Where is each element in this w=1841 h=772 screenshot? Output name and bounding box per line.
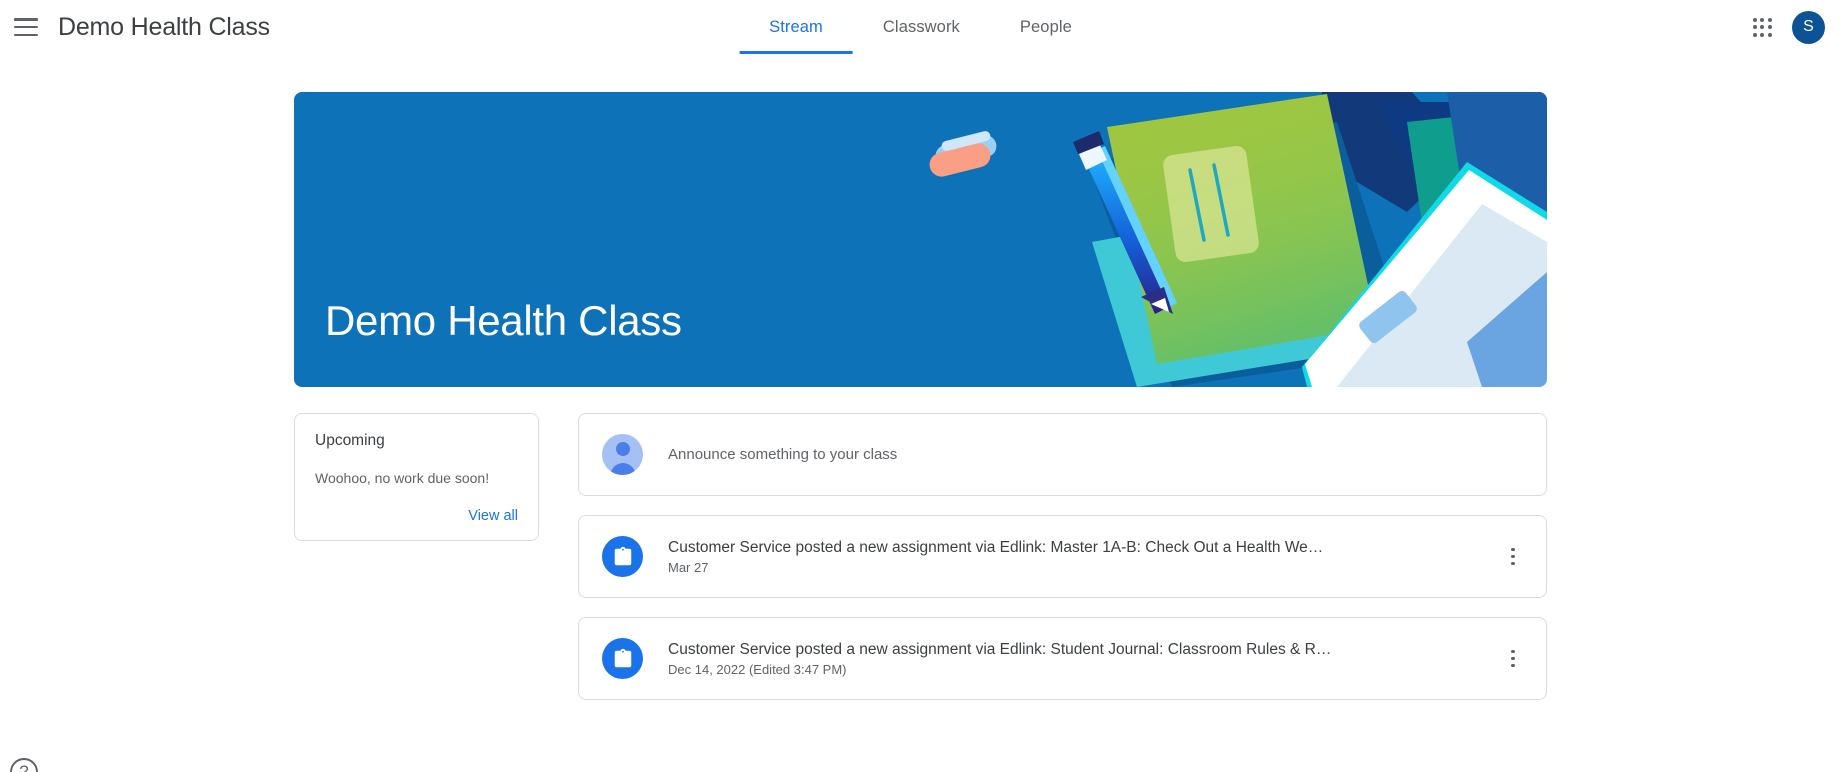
user-avatar-icon — [602, 434, 643, 475]
tab-stream[interactable]: Stream — [739, 0, 853, 54]
tab-people[interactable]: People — [990, 0, 1102, 54]
google-apps-grid-icon[interactable] — [1750, 15, 1774, 39]
left-sidebar-column: Upcoming Woohoo, no work due soon! View … — [294, 413, 539, 700]
page-body: Demo Health Class Upcoming Woohoo, no wo… — [0, 54, 1841, 772]
hamburger-bar — [14, 18, 38, 21]
upcoming-message: Woohoo, no work due soon! — [315, 470, 490, 486]
hamburger-bar — [14, 33, 38, 36]
more-options-kebab-icon[interactable] — [1498, 542, 1528, 572]
stream-layout: Upcoming Woohoo, no work due soon! View … — [294, 413, 1547, 700]
header-tabs: Stream Classwork People — [739, 0, 1102, 54]
account-avatar[interactable]: S — [1792, 10, 1825, 44]
post-content: Customer Service posted a new assignment… — [668, 641, 1498, 677]
app-header: Demo Health Class Stream Classwork Peopl… — [0, 0, 1841, 54]
announce-composer[interactable]: Announce something to your class — [578, 413, 1547, 496]
tab-classwork[interactable]: Classwork — [853, 0, 990, 54]
content-column: Demo Health Class Upcoming Woohoo, no wo… — [294, 54, 1547, 700]
stream-post-item[interactable]: Customer Service posted a new assignment… — [578, 617, 1547, 700]
banner-class-title: Demo Health Class — [325, 297, 682, 344]
more-options-kebab-icon[interactable] — [1498, 644, 1528, 674]
upcoming-heading: Upcoming — [315, 432, 385, 449]
stream-post-item[interactable]: Customer Service posted a new assignment… — [578, 515, 1547, 598]
assignment-clipboard-icon — [602, 536, 643, 577]
help-question-icon[interactable]: ? — [10, 758, 38, 772]
announce-placeholder: Announce something to your class — [668, 446, 898, 463]
classroom-supplies-illustration — [929, 92, 1547, 387]
post-date: Dec 14, 2022 (Edited 3:47 PM) — [668, 661, 847, 677]
post-content: Customer Service posted a new assignment… — [668, 539, 1498, 575]
view-all-link[interactable]: View all — [315, 508, 518, 524]
post-date: Mar 27 — [668, 559, 709, 575]
header-actions: S — [1750, 0, 1825, 54]
stream-column: Announce something to your class Custome… — [578, 413, 1547, 700]
post-title: Customer Service posted a new assignment… — [668, 640, 1332, 658]
assignment-clipboard-icon — [602, 638, 643, 679]
upcoming-card: Upcoming Woohoo, no work due soon! View … — [294, 413, 539, 541]
class-banner[interactable]: Demo Health Class — [294, 92, 1547, 387]
hamburger-bar — [14, 25, 38, 29]
post-title: Customer Service posted a new assignment… — [668, 538, 1324, 556]
hamburger-menu-icon[interactable] — [14, 18, 38, 36]
page-title: Demo Health Class — [58, 12, 270, 41]
